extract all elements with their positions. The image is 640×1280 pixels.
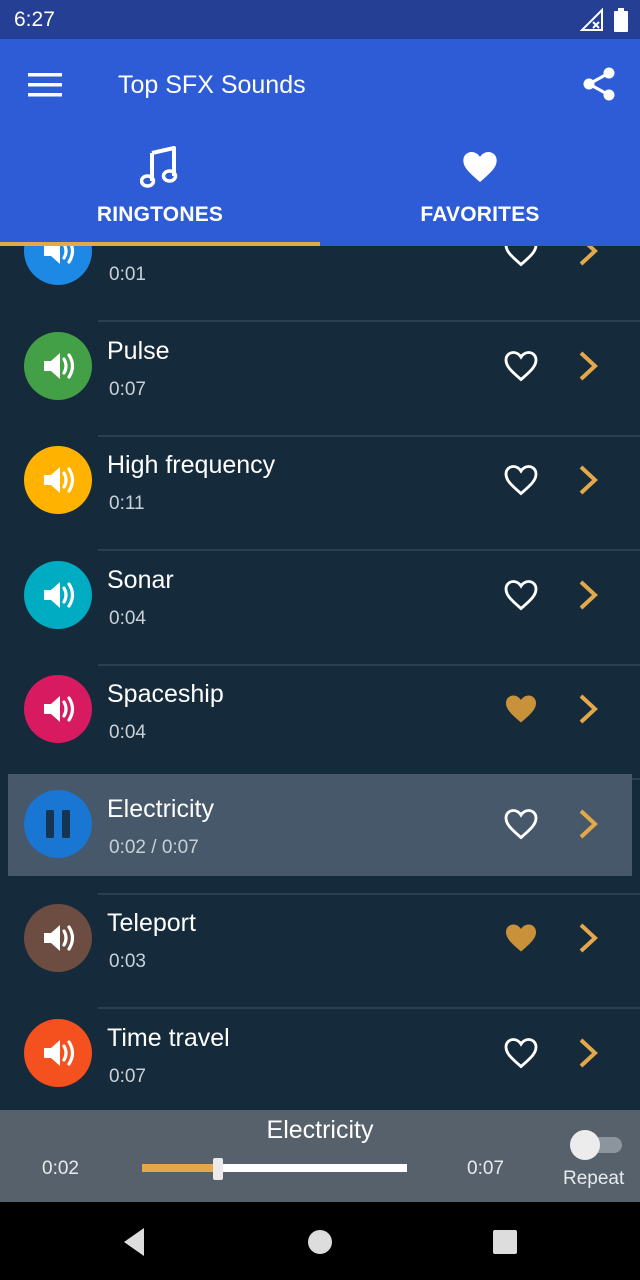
sound-row[interactable]: Pulse 0:07 <box>0 323 640 437</box>
total-time: 0:07 <box>467 1158 504 1179</box>
sound-title: Sonar <box>107 565 174 594</box>
tab-ringtones-label: RINGTONES <box>96 203 224 226</box>
speaker-icon <box>44 696 75 722</box>
sound-duration: 0:11 <box>109 493 145 514</box>
app-title: Top SFX Sounds <box>118 71 306 99</box>
play-button[interactable] <box>24 1018 92 1087</box>
sound-title: Electricity <box>107 794 214 823</box>
sound-row[interactable]: Teleport 0:03 <box>0 895 640 1009</box>
sound-row[interactable]: 0:01 <box>0 246 640 322</box>
favorite-heart-icon[interactable] <box>502 462 540 498</box>
current-time: 0:02 <box>42 1158 79 1179</box>
speaker-icon <box>44 925 75 951</box>
sound-row[interactable]: High frequency 0:11 <box>0 437 640 551</box>
chevron-right-icon[interactable] <box>574 693 602 725</box>
share-icon[interactable] <box>580 65 618 103</box>
play-button[interactable] <box>24 675 92 743</box>
signal-icon <box>580 8 603 31</box>
app-bar: Top SFX Sounds RINGTONES FAVORITES <box>0 39 640 246</box>
status-time: 6:27 <box>14 8 55 31</box>
sound-row[interactable]: Sonar 0:04 <box>0 552 640 666</box>
chevron-right-icon[interactable] <box>574 922 602 954</box>
recent-apps-icon[interactable] <box>490 1224 520 1260</box>
speaker-icon <box>44 467 75 493</box>
favorite-heart-icon[interactable] <box>502 577 540 613</box>
sound-duration: 0:07 <box>109 1065 146 1087</box>
sound-row[interactable]: Time travel 0:07 <box>0 1010 640 1111</box>
home-icon[interactable] <box>305 1224 335 1260</box>
sound-duration: 0:04 <box>109 722 146 743</box>
sound-duration: 0:04 <box>109 607 146 629</box>
repeat-label: Repeat <box>563 1168 625 1189</box>
pause-button[interactable] <box>24 789 92 858</box>
chevron-right-icon[interactable] <box>574 1037 602 1069</box>
now-playing-title: Electricity <box>266 1116 374 1144</box>
favorite-heart-icon[interactable] <box>502 806 540 842</box>
chevron-right-icon[interactable] <box>574 350 602 382</box>
sound-title: Teleport <box>107 909 196 937</box>
sound-title: High frequency <box>107 451 276 479</box>
tab-favorites-label: FAVORITES <box>420 203 540 226</box>
tab-ringtones[interactable]: RINGTONES <box>0 139 320 246</box>
sound-title: Pulse <box>107 336 170 365</box>
sound-duration: 0:01 <box>109 264 146 285</box>
favorite-heart-icon[interactable] <box>502 1035 540 1071</box>
favorite-heart-icon[interactable] <box>502 920 540 956</box>
favorite-heart-icon[interactable] <box>502 691 540 727</box>
sound-duration: 0:03 <box>109 951 146 972</box>
tab-favorites[interactable]: FAVORITES <box>320 139 640 246</box>
chevron-right-icon[interactable] <box>574 246 602 267</box>
speaker-icon <box>44 581 75 608</box>
play-button[interactable] <box>24 904 92 972</box>
sound-row[interactable]: Spaceship 0:04 <box>0 666 640 780</box>
system-nav-bar <box>0 1202 640 1280</box>
menu-icon[interactable] <box>28 71 62 99</box>
sound-title: Spaceship <box>107 680 224 708</box>
chevron-right-icon[interactable] <box>574 579 602 611</box>
sound-duration: 0:02 / 0:07 <box>109 836 199 858</box>
sound-row[interactable]: Electricity 0:02 / 0:07 <box>0 773 640 895</box>
seek-bar[interactable] <box>142 1158 407 1180</box>
music-note-icon <box>140 146 178 188</box>
repeat-toggle[interactable] <box>570 1130 622 1160</box>
repeat-toggle-knob <box>570 1130 600 1160</box>
play-button[interactable] <box>24 560 92 629</box>
favorite-heart-icon[interactable] <box>502 348 540 384</box>
play-button[interactable] <box>24 246 92 285</box>
status-bar: 6:27 <box>0 0 640 39</box>
battery-icon <box>614 8 628 32</box>
chevron-right-icon[interactable] <box>574 464 602 496</box>
seek-thumb[interactable] <box>212 1158 223 1180</box>
player-bar: Electricity 0:02 0:07 Repeat <box>0 1110 640 1202</box>
sound-title: Time travel <box>107 1023 230 1052</box>
heart-icon <box>463 152 497 182</box>
speaker-icon <box>44 246 75 264</box>
back-icon[interactable] <box>120 1224 148 1260</box>
speaker-icon <box>44 352 75 379</box>
play-button[interactable] <box>24 446 92 514</box>
chevron-right-icon[interactable] <box>574 808 602 840</box>
favorite-heart-icon[interactable] <box>502 246 540 269</box>
seek-progress <box>142 1164 218 1172</box>
speaker-icon <box>44 1039 75 1066</box>
sound-list[interactable]: 0:01 Pulse 0:07 High frequency 0:11 Sonar 0:04… <box>0 246 640 1110</box>
sound-duration: 0:07 <box>109 378 146 400</box>
play-button[interactable] <box>24 331 92 400</box>
pause-icon <box>46 809 70 838</box>
